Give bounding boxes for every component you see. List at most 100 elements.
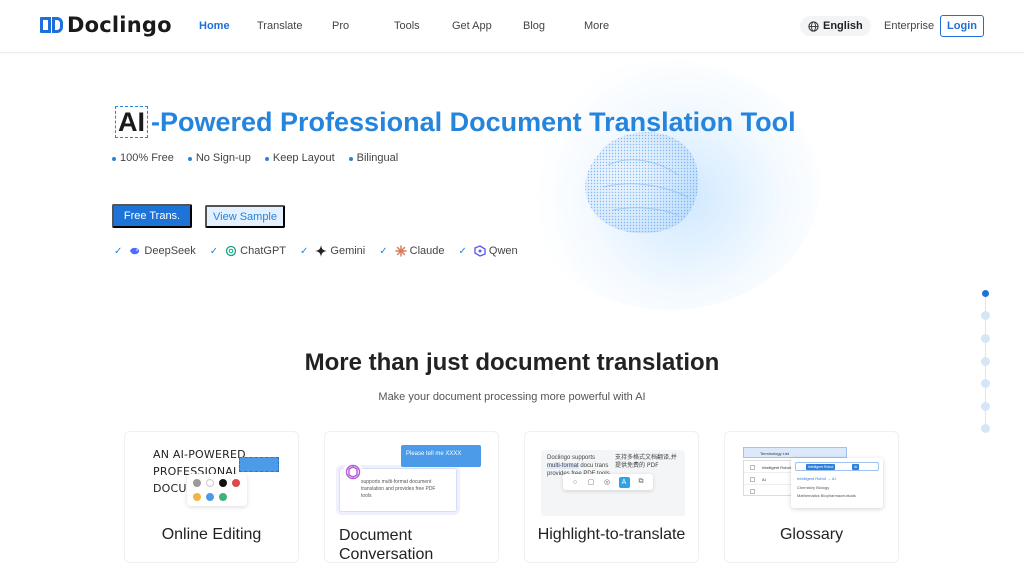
- model-label: Gemini: [330, 245, 366, 257]
- table-row: [744, 485, 798, 497]
- color-swatch: [206, 479, 214, 487]
- feature-card-document-conversation[interactable]: supports multi-format document translati…: [324, 431, 499, 563]
- model-label: ChatGPT: [240, 245, 287, 257]
- row-text: AI: [762, 477, 766, 482]
- color-swatch: [193, 492, 201, 501]
- check-icon: ✓: [300, 245, 309, 257]
- color-swatch: [206, 492, 214, 501]
- model-gemini: ✓ Gemini: [300, 245, 365, 257]
- model-chatgpt: ✓ ChatGPT: [210, 245, 286, 257]
- chat-question-bubble: Please tell me XXXX: [401, 445, 481, 467]
- feature-item: Keep Layout: [264, 152, 335, 164]
- copy-icon: ▢: [587, 479, 595, 486]
- card-label: Online Editing: [161, 526, 262, 543]
- feature-card-highlight-translate[interactable]: Doclingo supports multi-format docu tran…: [524, 431, 699, 563]
- feature-item: 100% Free: [112, 152, 174, 164]
- feature-item: No Sign-up: [187, 152, 251, 164]
- section-subtitle: Make your document processing more power…: [378, 391, 646, 403]
- text-selection-highlight: [239, 457, 279, 472]
- deepseek-icon: [130, 247, 140, 255]
- chatgpt-icon: [226, 245, 237, 257]
- language-selector[interactable]: English: [800, 16, 871, 36]
- hero-title: AI -Powered Professional Document Transla…: [115, 106, 796, 138]
- view-sample-button[interactable]: View Sample: [205, 205, 285, 228]
- card-label: Glossary: [779, 526, 844, 543]
- globe-icon: [808, 20, 819, 32]
- checkbox-icon: [750, 489, 755, 494]
- table-row: Intelligent Robot: [744, 461, 798, 473]
- feature-list: 100% Free No Sign-up Keep Layout Bilingu…: [112, 152, 398, 164]
- free-translate-button[interactable]: Free Trans.: [112, 204, 192, 228]
- color-palette-popup: [187, 474, 247, 506]
- qwen-icon: [474, 245, 486, 257]
- card-label-line: Document: [339, 527, 412, 544]
- term-chip: AI: [852, 464, 860, 470]
- translated-text: 支持多格式文档翻译,并提供免费的 PDF: [615, 454, 677, 469]
- ai-model-list: ✓ DeepSeek ✓ ChatGPT ✓ Gemini ✓ Claude ✓…: [114, 245, 518, 257]
- claude-icon: [394, 245, 407, 257]
- login-button[interactable]: Login: [940, 15, 984, 37]
- glossary-line: Intelligent Robot → AI: [797, 476, 836, 481]
- model-claude: ✓ Claude: [379, 245, 444, 257]
- feature-item: Bilingual: [348, 152, 398, 164]
- illustration-line: AN AI-POWERED: [153, 448, 246, 461]
- ai-highlight-box: AI: [115, 106, 148, 138]
- gemini-icon: [315, 245, 328, 257]
- pagination-dot-5[interactable]: [981, 379, 990, 388]
- glossary-line: Mathematics Biopharmaceuticals: [797, 493, 856, 498]
- check-icon: ✓: [209, 245, 219, 257]
- feature-card-online-editing[interactable]: AN AI-POWERED PROFESSIONAL DOCUM Online …: [124, 431, 299, 563]
- pagination-dot-3[interactable]: [981, 334, 990, 343]
- color-swatch: [219, 492, 227, 501]
- glossary-search: Intelligent Robot AI: [795, 462, 879, 471]
- particle-sphere-graphic: [585, 132, 699, 234]
- openai-icon: [343, 462, 363, 482]
- card-label: Document Conversation: [325, 526, 498, 563]
- model-qwen: ✓ Qwen: [459, 245, 518, 257]
- duplicate-icon: ⧉: [638, 478, 644, 485]
- chat-icon: ○: [572, 478, 578, 486]
- glossary-line: Chemistry Biology: [797, 485, 830, 490]
- model-label: Qwen: [488, 245, 518, 257]
- nav-pro[interactable]: Pro: [332, 20, 349, 32]
- row-text: Intelligent Robot: [762, 465, 791, 470]
- nav-blog[interactable]: Blog: [523, 20, 545, 32]
- nav-more[interactable]: More: [584, 20, 609, 32]
- feature-card-glossary[interactable]: Terminology List Intelligent Robot AI In…: [724, 431, 899, 563]
- card-label: Highlight-to-translate: [537, 526, 686, 543]
- model-deepseek: ✓ DeepSeek: [114, 245, 196, 257]
- check-icon: ✓: [379, 245, 388, 257]
- model-label: Claude: [409, 245, 445, 257]
- highlighted-text: multi-format: [547, 463, 579, 469]
- hero-title-text: -Powered Professional Document Translati…: [151, 107, 796, 137]
- language-label: English: [823, 20, 863, 32]
- card-label-line: Conversation: [339, 546, 434, 563]
- term-chip: Intelligent Robot: [806, 464, 836, 470]
- nav-get-app[interactable]: Get App: [452, 20, 492, 32]
- checkbox-icon: [750, 477, 755, 482]
- check-icon: ✓: [114, 245, 123, 257]
- pagination-dot-6[interactable]: [981, 402, 990, 411]
- table-row: AI: [744, 473, 798, 485]
- section-title: More than just document translation: [304, 349, 720, 376]
- color-swatch: [219, 479, 227, 487]
- pagination-dot-7[interactable]: [981, 424, 990, 433]
- pagination-dot-2[interactable]: [981, 311, 990, 320]
- check-icon: ✓: [458, 245, 467, 257]
- top-header: Doclingo Home Translate Pro Tools Get Ap…: [0, 0, 1024, 53]
- highlight-toolbar: ○ ▢ ◎ A ⧉: [563, 474, 653, 490]
- nav-home[interactable]: Home: [199, 20, 230, 32]
- translate-icon: A: [618, 476, 630, 488]
- source-text-part: Doclingo supports: [547, 455, 596, 461]
- pagination-dot-1[interactable]: [982, 290, 989, 297]
- pin-icon: ◎: [603, 479, 611, 486]
- color-swatch: [232, 479, 240, 487]
- checkbox-icon: [750, 465, 755, 470]
- nav-tools[interactable]: Tools: [394, 20, 420, 32]
- enterprise-link[interactable]: Enterprise: [884, 20, 934, 32]
- nav-translate[interactable]: Translate: [257, 20, 302, 32]
- glossary-popup: Intelligent Robot AI Intelligent Robot →…: [791, 458, 883, 508]
- chat-document-text: supports multi-format document translati…: [361, 479, 436, 499]
- color-swatch: [193, 479, 201, 487]
- terminology-tab: Terminology List: [743, 447, 847, 458]
